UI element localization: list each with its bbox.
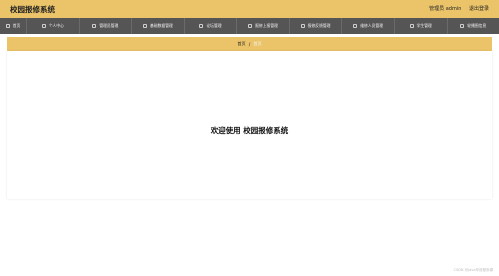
feedback-icon [300,24,305,28]
nav-item-label: 报修反馈管理 [307,23,331,28]
nav-item-students[interactable]: 学生管理 [395,18,448,34]
worker-icon [353,24,358,28]
user-area: 管理员 admin 退出登录 [423,5,489,12]
app-title: 校园报修系统 [10,5,55,14]
nav-item-label: 基础数据管理 [150,23,173,28]
nav-item-label: 报修上报管理 [255,23,278,28]
nav-item-personal-center[interactable]: 个人中心 [27,18,80,34]
nav-item-base-data[interactable]: 基础数据管理 [132,18,185,34]
forum-icon [199,24,204,28]
nav-item-carousel[interactable]: 轮播图信息 [448,18,499,34]
data-icon [143,24,148,28]
nav-item-forum[interactable]: 论坛管理 [185,18,238,34]
breadcrumb-home-link[interactable]: 首页 [237,41,245,47]
nav-item-label: 个人中心 [48,23,64,28]
admin-icon [92,24,97,28]
breadcrumb: 首页 / 首页 [7,37,492,51]
nav-item-label: 维修人员管理 [360,23,384,28]
nav-item-label: 管理员管理 [99,23,119,28]
nav-item-home[interactable]: 首页 [0,18,27,34]
main-content: 欢迎使用 校园报修系统 [7,51,492,199]
nav-item-label: 首页 [12,23,21,28]
nav-item-label: 论坛管理 [206,23,222,28]
top-header: 校园报修系统 管理员 admin 退出登录 [0,0,499,18]
home-icon [5,24,10,28]
nav-item-repair-report[interactable]: 报修上报管理 [237,18,290,34]
breadcrumb-current: 首页 [253,41,262,46]
nav-item-label: 学生管理 [416,23,432,28]
student-icon [409,24,414,28]
main-nav: 首页 个人中心 管理员管理 基础数据管理 论坛管理 报修上报管理 报修反馈管理 … [0,18,499,34]
watermark-text: CSDN @Java毕设程序源 [453,268,493,272]
breadcrumb-separator: / [248,41,251,47]
carousel-icon [460,24,465,28]
welcome-heading: 欢迎使用 校园报修系统 [210,126,289,135]
logout-link[interactable]: 退出登录 [469,6,489,12]
user-icon [41,24,46,28]
nav-item-repair-feedback[interactable]: 报修反馈管理 [290,18,343,34]
nav-item-label: 轮播图信息 [467,23,487,28]
nav-item-repair-staff[interactable]: 维修人员管理 [342,18,395,34]
current-user-label: 管理员 admin [429,6,462,12]
report-icon [248,24,253,28]
nav-item-admin-management[interactable]: 管理员管理 [80,18,133,34]
